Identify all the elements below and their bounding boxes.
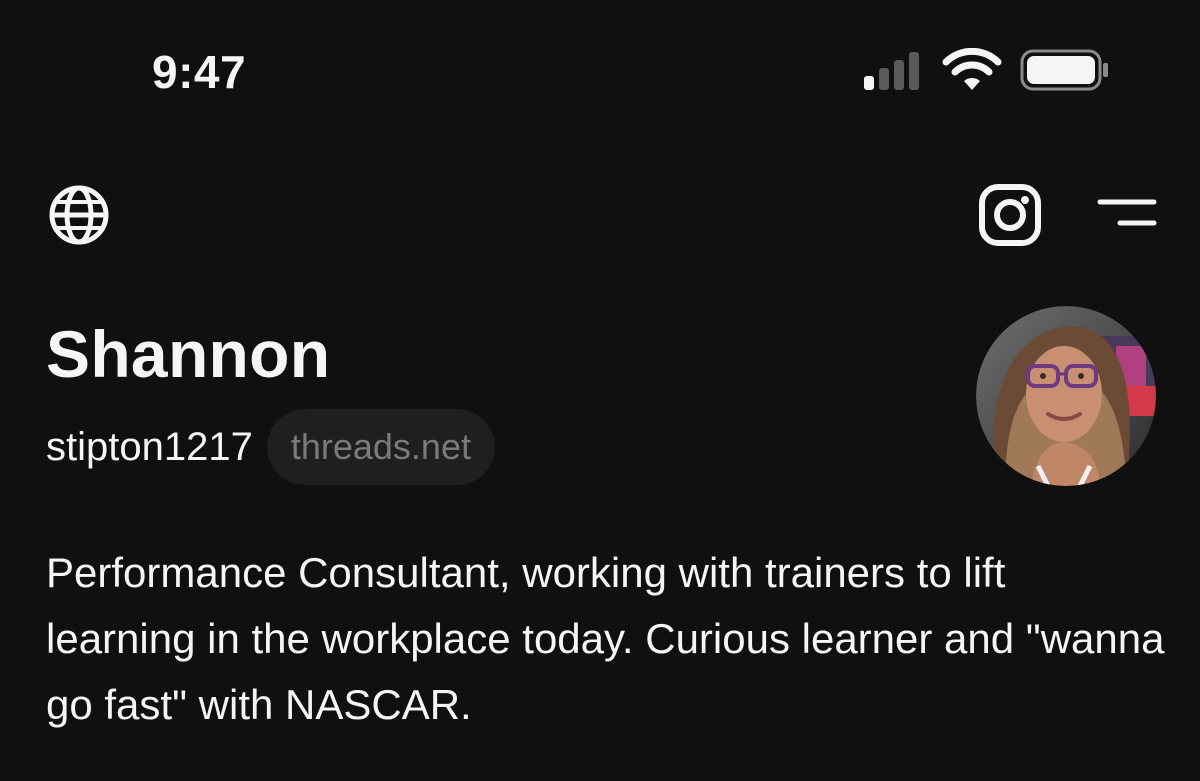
profile-display-name: Shannon (46, 317, 331, 391)
profile-avatar[interactable] (976, 306, 1156, 486)
wifi-icon (942, 48, 1002, 90)
avatar-photo-icon (976, 306, 1156, 486)
battery-icon (1020, 49, 1108, 91)
profile-username: stipton1217 (46, 425, 253, 469)
status-time: 9:47 (152, 46, 247, 98)
globe-icon (49, 185, 109, 245)
menu-icon (1097, 199, 1157, 226)
username-row: stipton1217 threads.net (46, 408, 495, 486)
instagram-button[interactable] (977, 182, 1043, 248)
globe-button[interactable] (46, 182, 112, 248)
profile-bio: Performance Consultant, working with tra… (46, 549, 1165, 728)
threads-domain-badge[interactable]: threads.net (266, 409, 495, 485)
signal-bars-icon (864, 52, 919, 90)
instagram-icon (979, 184, 1041, 246)
menu-button[interactable] (1094, 190, 1160, 240)
status-icons (860, 48, 1110, 96)
